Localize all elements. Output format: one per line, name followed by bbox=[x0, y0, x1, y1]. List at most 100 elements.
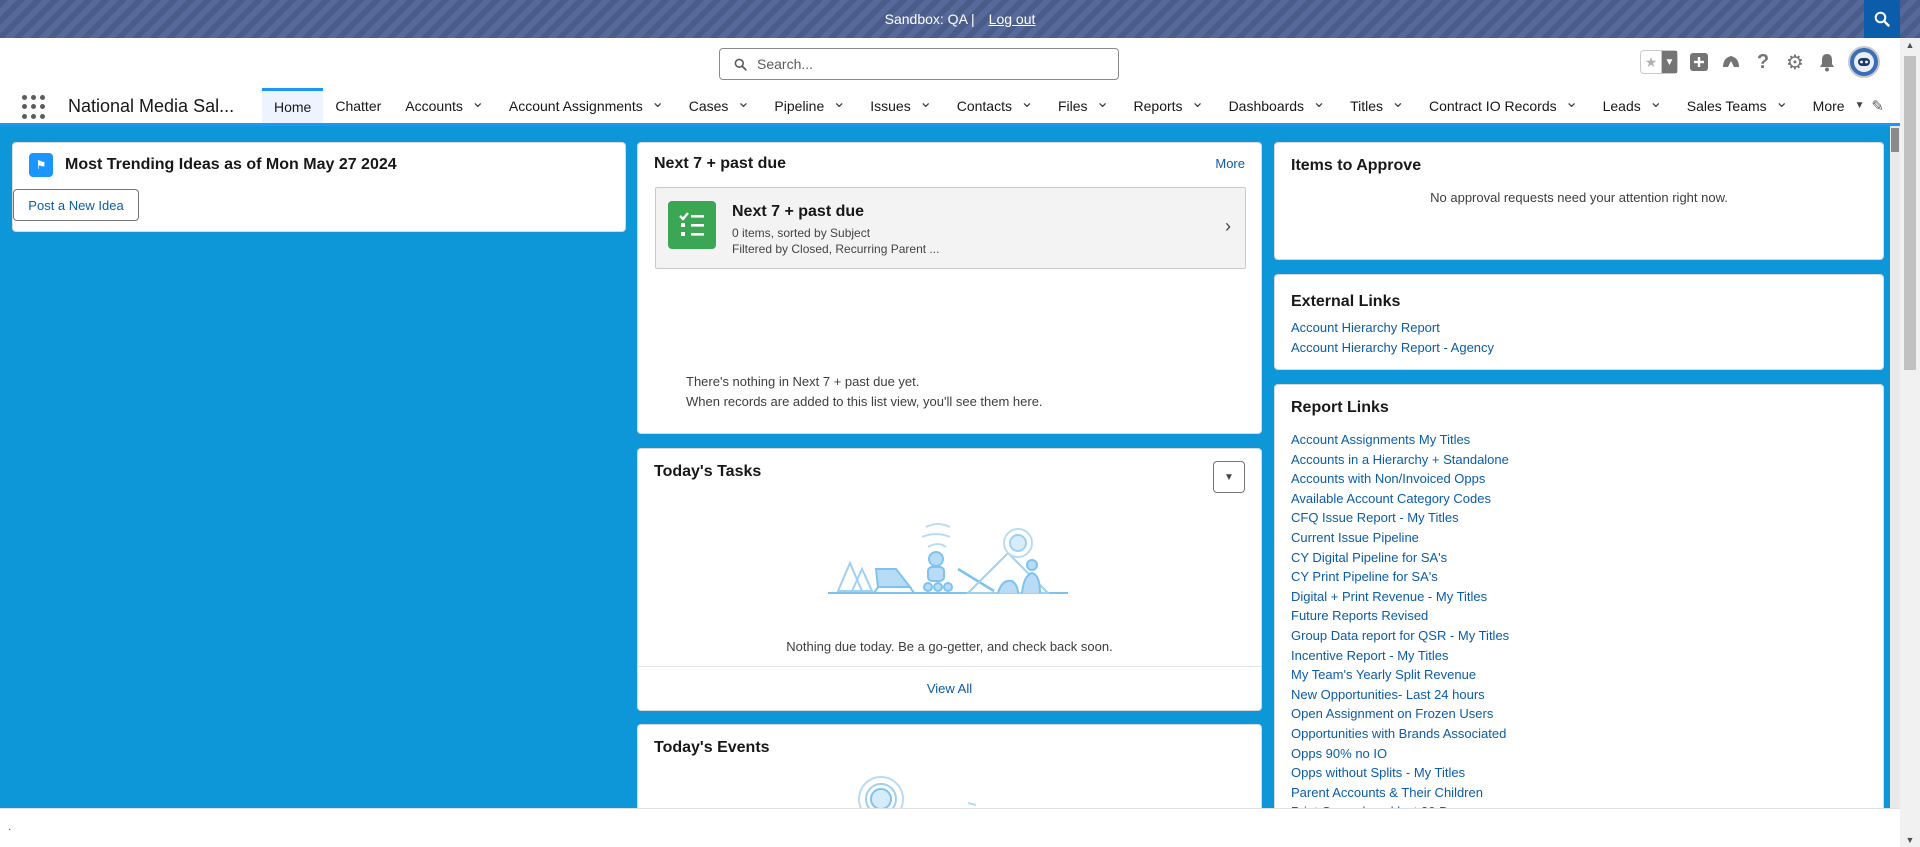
report-link[interactable]: Account Assignments My Titles bbox=[1291, 430, 1509, 450]
report-link[interactable]: CFQ Issue Report - My Titles bbox=[1291, 508, 1509, 528]
tab-contacts[interactable]: Contacts ⌄ bbox=[945, 88, 1046, 123]
add-icon[interactable] bbox=[1688, 51, 1710, 73]
tab-issues[interactable]: Issues ⌄ bbox=[858, 88, 944, 123]
chevron-down-icon[interactable]: ⌄ bbox=[1565, 94, 1579, 110]
window-scrollbar[interactable]: ▲ ▼ bbox=[1900, 38, 1920, 847]
tab-reports[interactable]: Reports ⌄ bbox=[1122, 88, 1217, 123]
chevron-down-icon[interactable]: ⌄ bbox=[651, 94, 665, 110]
notification-bell-icon[interactable] bbox=[1816, 51, 1838, 73]
tab-more[interactable]: More ▼ bbox=[1801, 88, 1879, 123]
tab-label: Files bbox=[1057, 97, 1088, 114]
report-link[interactable]: Digital + Print Revenue - My Titles bbox=[1291, 587, 1509, 607]
chevron-down-icon[interactable]: ⌄ bbox=[1649, 94, 1663, 110]
tab-pipeline[interactable]: Pipeline ⌄ bbox=[762, 88, 858, 123]
report-link[interactable]: CY Print Pipeline for SA's bbox=[1291, 567, 1509, 587]
caret-down-icon[interactable]: ▼ bbox=[1853, 100, 1867, 111]
tab-label: Account Assignments bbox=[508, 97, 643, 114]
chevron-down-icon[interactable]: ▼ bbox=[1661, 51, 1677, 73]
page-scrollbar-thumb[interactable] bbox=[1891, 128, 1899, 152]
trending-ideas-title: Most Trending Ideas as of Mon May 27 202… bbox=[65, 156, 397, 173]
chevron-down-icon[interactable]: ⌄ bbox=[1191, 94, 1205, 110]
logout-link[interactable]: Log out bbox=[989, 11, 1036, 27]
report-links-list: Account Assignments My Titles Accounts in… bbox=[1291, 430, 1509, 808]
chevron-down-icon[interactable]: ⌄ bbox=[1096, 94, 1110, 110]
report-link[interactable]: Opps 90% no IO bbox=[1291, 744, 1509, 764]
search-placeholder: Search... bbox=[757, 56, 814, 72]
list-view-sort-info: 0 items, sorted by Subject bbox=[732, 226, 871, 240]
chevron-down-icon[interactable]: ⌄ bbox=[1020, 94, 1034, 110]
sandbox-banner: Sandbox: QA | Log out bbox=[0, 0, 1920, 38]
next7-list-card: Next 7 + past due More Next 7 + past due… bbox=[637, 142, 1262, 434]
edit-nav-pencil-icon[interactable]: ✎ bbox=[1871, 97, 1884, 115]
tab-accounts[interactable]: Accounts ⌄ bbox=[393, 88, 497, 123]
tab-label: Accounts bbox=[405, 97, 463, 114]
report-link[interactable]: Group Data report for QSR - My Titles bbox=[1291, 626, 1509, 646]
todays-tasks-card: Today's Tasks ▼ Nothing due today. Be a … bbox=[637, 448, 1262, 711]
post-new-idea-button[interactable]: Post a New Idea bbox=[13, 189, 139, 221]
chevron-down-icon[interactable]: ⌄ bbox=[1391, 94, 1405, 110]
chevron-down-icon[interactable]: ⌄ bbox=[919, 94, 933, 110]
external-link[interactable]: Account Hierarchy Report - Agency bbox=[1291, 338, 1494, 358]
report-link[interactable]: CY Digital Pipeline for SA's bbox=[1291, 548, 1509, 568]
report-link[interactable]: Opps without Splits - My Titles bbox=[1291, 763, 1509, 783]
tab-files[interactable]: Files ⌄ bbox=[1046, 88, 1122, 123]
chevron-down-icon[interactable]: ⌄ bbox=[1775, 94, 1789, 110]
chevron-down-icon[interactable]: ⌄ bbox=[736, 94, 750, 110]
tab-cases[interactable]: Cases ⌄ bbox=[677, 88, 763, 123]
report-link[interactable]: Available Account Category Codes bbox=[1291, 489, 1509, 509]
window-scrollbar-thumb[interactable] bbox=[1904, 56, 1916, 370]
favorites-control[interactable]: ★ ▼ bbox=[1640, 50, 1678, 74]
trailhead-icon[interactable] bbox=[1720, 51, 1742, 73]
tasks-menu-dropdown-icon[interactable]: ▼ bbox=[1213, 461, 1245, 493]
home-page-body: ⚑ Most Trending Ideas as of Mon May 27 2… bbox=[0, 126, 1900, 808]
tab-leads[interactable]: Leads ⌄ bbox=[1591, 88, 1675, 123]
tab-sales-teams[interactable]: Sales Teams ⌄ bbox=[1675, 88, 1801, 123]
task-list-icon bbox=[668, 201, 716, 249]
tab-contract-io-records[interactable]: Contract IO Records ⌄ bbox=[1417, 88, 1591, 123]
search-icon bbox=[1874, 11, 1890, 27]
tab-label: Contract IO Records bbox=[1429, 97, 1557, 114]
status-text: . bbox=[8, 819, 12, 833]
report-link[interactable]: Open Assignment on Frozen Users bbox=[1291, 704, 1509, 724]
report-link[interactable]: Accounts with Non/Invoiced Opps bbox=[1291, 469, 1509, 489]
tab-label: Sales Teams bbox=[1686, 97, 1767, 114]
view-all-tasks-link[interactable]: View All bbox=[927, 681, 972, 696]
status-bar: . bbox=[0, 808, 1900, 847]
help-icon[interactable]: ? bbox=[1752, 51, 1774, 73]
report-link[interactable]: Opportunities with Brands Associated bbox=[1291, 724, 1509, 744]
page-scrollbar[interactable] bbox=[1890, 126, 1900, 808]
scroll-up-arrow-icon[interactable]: ▲ bbox=[1900, 40, 1920, 50]
banner-search-button[interactable] bbox=[1864, 0, 1900, 38]
camping-illustration bbox=[828, 523, 1068, 594]
tab-titles[interactable]: Titles ⌄ bbox=[1338, 88, 1417, 123]
tab-home[interactable]: Home bbox=[262, 88, 324, 123]
next7-more-link[interactable]: More bbox=[1215, 156, 1245, 171]
chevron-down-icon[interactable]: ⌄ bbox=[832, 94, 846, 110]
tab-label: Cases bbox=[688, 97, 729, 114]
report-link[interactable]: Future Reports Revised bbox=[1291, 606, 1509, 626]
tab-account-assignments[interactable]: Account Assignments ⌄ bbox=[497, 88, 677, 123]
next7-list-view-tile[interactable]: Next 7 + past due 0 items, sorted by Sub… bbox=[655, 187, 1246, 269]
chevron-down-icon[interactable]: ⌄ bbox=[471, 94, 485, 110]
tab-chatter[interactable]: Chatter bbox=[323, 88, 393, 123]
report-link[interactable]: Incentive Report - My Titles bbox=[1291, 646, 1509, 666]
tab-dashboards[interactable]: Dashboards ⌄ bbox=[1217, 88, 1339, 123]
scroll-down-arrow-icon[interactable]: ▼ bbox=[1900, 835, 1920, 845]
external-link[interactable]: Account Hierarchy Report bbox=[1291, 318, 1494, 338]
gear-icon[interactable]: ⚙ bbox=[1784, 51, 1806, 74]
tab-label: Dashboards bbox=[1228, 97, 1305, 114]
report-link[interactable]: Accounts in a Hierarchy + Standalone bbox=[1291, 450, 1509, 470]
report-link[interactable]: New Opportunities- Last 24 hours bbox=[1291, 685, 1509, 705]
star-icon[interactable]: ★ bbox=[1641, 51, 1661, 73]
report-link[interactable]: Current Issue Pipeline bbox=[1291, 528, 1509, 548]
tab-label: More bbox=[1812, 97, 1845, 114]
global-search-input[interactable]: Search... bbox=[719, 48, 1119, 80]
report-link[interactable]: My Team's Yearly Split Revenue bbox=[1291, 665, 1509, 685]
report-link[interactable]: Parent Accounts & Their Children bbox=[1291, 783, 1509, 803]
external-links-list: Account Hierarchy Report Account Hierarch… bbox=[1291, 318, 1494, 357]
list-view-filter-info: Filtered by Closed, Recurring Parent ... bbox=[732, 242, 940, 256]
chevron-down-icon[interactable]: ⌄ bbox=[1312, 94, 1326, 110]
app-launcher-icon[interactable] bbox=[22, 95, 46, 119]
tab-label: Home bbox=[274, 99, 312, 115]
user-avatar[interactable] bbox=[1848, 46, 1880, 78]
